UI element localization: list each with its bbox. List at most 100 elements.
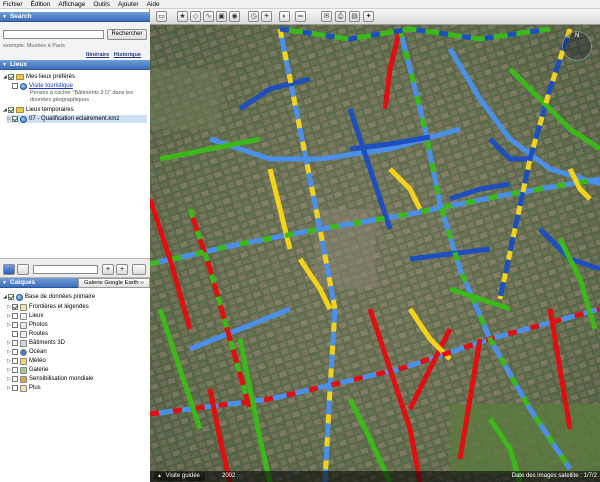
collapse-arrow-icon[interactable]: ▼ [2, 280, 7, 286]
maps-icon[interactable]: ✦ [363, 11, 374, 22]
layer-label: Plus [29, 385, 41, 391]
polygon-icon[interactable]: ◇ [190, 11, 201, 22]
checkbox[interactable] [8, 294, 14, 300]
tree-row-tour[interactable]: Visite touristique [12, 82, 73, 90]
panel-toggle-button[interactable] [17, 264, 29, 275]
tree-row-kmz[interactable]: ▷ 07 - Qualification eclairement.kmz [7, 115, 147, 123]
imagery-date: Date des images satellite : 1/7/2 [511, 473, 597, 479]
imagery-year: 2002 [222, 473, 236, 479]
places-filter-input[interactable] [33, 265, 98, 274]
menu-add[interactable]: Ajouter [114, 0, 143, 9]
folder-icon [16, 74, 24, 80]
tree-row-temp-places[interactable]: ◢ Lieux temporaires [3, 106, 74, 114]
layer-row-weather[interactable]: ▷ Météo [7, 357, 46, 365]
layer-row-more[interactable]: ▷ Plus [7, 384, 41, 392]
checkbox[interactable] [12, 349, 18, 355]
ruler-icon[interactable]: ═ [295, 11, 306, 22]
places-panel-title: Lieux [9, 61, 27, 68]
layer-row-photos[interactable]: ▷ Photos [7, 321, 48, 329]
folder-view-button[interactable] [132, 264, 146, 275]
search-button[interactable]: Rechercher [107, 29, 147, 40]
search-input[interactable] [3, 30, 104, 39]
layer-row-borders[interactable]: ▷ Frontières et légendes [7, 303, 89, 311]
history-link[interactable]: Historique [114, 52, 141, 58]
collapse-arrow-icon[interactable]: ▼ [2, 62, 7, 68]
save-image-icon[interactable]: ▤ [349, 11, 360, 22]
roads-icon [20, 330, 27, 338]
add-button[interactable]: + [102, 264, 114, 275]
checkbox[interactable] [12, 376, 18, 382]
search-example-text: exemple: Musées à Paris [3, 43, 65, 49]
checkbox[interactable] [12, 116, 18, 122]
tree-row-my-places[interactable]: ◢ Mes lieux préférés [3, 73, 75, 81]
itinerary-link[interactable]: Itinéraire [86, 52, 109, 58]
satellite-map[interactable] [150, 9, 600, 482]
tour-note: Pensez à cocher "Bâtiments 3 D" dans les… [30, 90, 133, 103]
more-icon [20, 384, 27, 392]
placemark-icon[interactable]: ★ [177, 11, 188, 22]
guided-tour-button[interactable]: ▲ Visite guidée [154, 472, 205, 481]
path-icon[interactable]: ∿ [203, 11, 214, 22]
tour-icon [20, 82, 27, 90]
map-toolbar: ▭ ★ ◇ ∿ ▣ ◉ ◷ ☀ ◐ ═ ✉ ⎙ ▤ ✦ [150, 9, 600, 25]
layer-row-ocean[interactable]: ▷ Océan [7, 348, 47, 356]
map-view[interactable]: ▭ ★ ◇ ∿ ▣ ◉ ◷ ☀ ◐ ═ ✉ ⎙ ▤ ✦ ▲ Visite gui… [150, 9, 600, 482]
search-globe-button[interactable] [3, 264, 15, 275]
move-button[interactable]: + [116, 264, 128, 275]
ocean-icon [20, 348, 27, 356]
search-links: Itinéraire Historique [86, 52, 144, 58]
layer-row-places[interactable]: ▷ Lieux [7, 312, 43, 320]
checkbox[interactable] [12, 304, 18, 310]
temp-places-label: Lieux temporaires [26, 107, 74, 113]
gallery-icon [20, 366, 27, 374]
layers-header-row: ▼ Calques Galerie Google Earth ›› [0, 278, 150, 288]
places-toolbar: + + [0, 258, 150, 278]
navigation-control[interactable] [562, 31, 592, 61]
print-icon[interactable]: ⎙ [335, 11, 346, 22]
layer-row-gallery[interactable]: ▷ Galerie [7, 366, 48, 374]
checkbox[interactable] [12, 83, 18, 89]
checkbox[interactable] [8, 107, 14, 113]
layer-row-roads[interactable]: Routes [7, 330, 48, 338]
layer-row-awareness[interactable]: ▷ Sensibilisation mondiale [7, 375, 93, 383]
overlay-icon[interactable]: ▣ [216, 11, 227, 22]
layer-row-buildings[interactable]: ▷ Bâtiments 3D [7, 339, 65, 347]
checkbox[interactable] [12, 331, 18, 337]
menu-view[interactable]: Affichage [54, 0, 89, 9]
places-panel-header[interactable]: ▼ Lieux [0, 60, 150, 70]
checkbox[interactable] [12, 313, 18, 319]
tree-row-primary-db[interactable]: ◢ Base de données primaire [3, 293, 95, 301]
layers-panel: ▼ Calques Galerie Google Earth ›› ◢ Base… [0, 278, 150, 482]
layers-panel-header[interactable]: ▼ Calques [0, 278, 78, 288]
menu-help[interactable]: Aide [143, 0, 164, 9]
tour-link[interactable]: Visite touristique [29, 83, 73, 89]
collapse-arrow-icon[interactable]: ▼ [2, 14, 7, 20]
planets-icon[interactable]: ◐ [279, 11, 290, 22]
layer-label: Routes [29, 331, 49, 337]
layers-panel-title: Calques [9, 279, 36, 286]
search-panel-header[interactable]: ▼ Search [0, 12, 150, 22]
checkbox[interactable] [12, 358, 18, 364]
checkbox[interactable] [12, 367, 18, 373]
kmz-file-label: 07 - Qualification eclairement.kmz [29, 116, 120, 122]
checkbox[interactable] [12, 385, 18, 391]
menu-file[interactable]: Fichier [0, 0, 27, 9]
menu-tools[interactable]: Outils [89, 0, 114, 9]
borders-icon [20, 303, 27, 311]
menu-edit[interactable]: Édition [27, 0, 55, 9]
layer-label: Sensibilisation mondiale [29, 376, 94, 382]
layer-label: Lieux [29, 313, 44, 319]
historical-imagery-icon[interactable]: ◷ [248, 11, 259, 22]
my-places-label: Mes lieux préférés [26, 74, 76, 80]
record-tour-icon[interactable]: ◉ [229, 11, 240, 22]
gallery-tab[interactable]: Galerie Google Earth ›› [78, 278, 150, 288]
email-icon[interactable]: ✉ [321, 11, 332, 22]
places-panel: ▼ Lieux ◢ Mes lieux préférés Visite tour… [0, 60, 150, 258]
photos-icon [20, 321, 27, 329]
checkbox[interactable] [12, 322, 18, 328]
sidebar-toggle-icon[interactable]: ▭ [156, 11, 167, 22]
checkbox[interactable] [12, 340, 18, 346]
checkbox[interactable] [8, 74, 14, 80]
sun-icon[interactable]: ☀ [261, 11, 272, 22]
layer-label: Météo [29, 358, 46, 364]
